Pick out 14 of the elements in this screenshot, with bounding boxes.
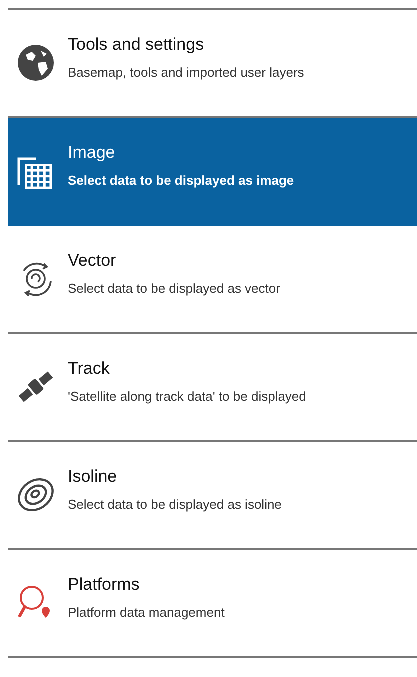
item-description: Basemap, tools and imported user layers xyxy=(68,64,304,82)
item-title: Track xyxy=(68,358,111,380)
item-title: Image xyxy=(68,142,116,164)
globe-icon xyxy=(16,43,56,83)
item-title: Vector xyxy=(68,250,118,272)
item-title: Isoline xyxy=(68,466,118,488)
item-description: Select data to be displayed as vector xyxy=(68,280,280,298)
item-title: Platforms xyxy=(68,574,141,596)
item-description: Select data to be displayed as isoline xyxy=(68,496,282,514)
menu-item[interactable]: Image Select data to be displayed as image xyxy=(8,118,417,226)
item-description: Select data to be displayed as image xyxy=(68,172,294,190)
item-description: 'Satellite along track data' to be displayed xyxy=(68,388,306,406)
item-description: Platform data management xyxy=(68,604,225,622)
item-title: Tools and settings xyxy=(68,34,206,56)
